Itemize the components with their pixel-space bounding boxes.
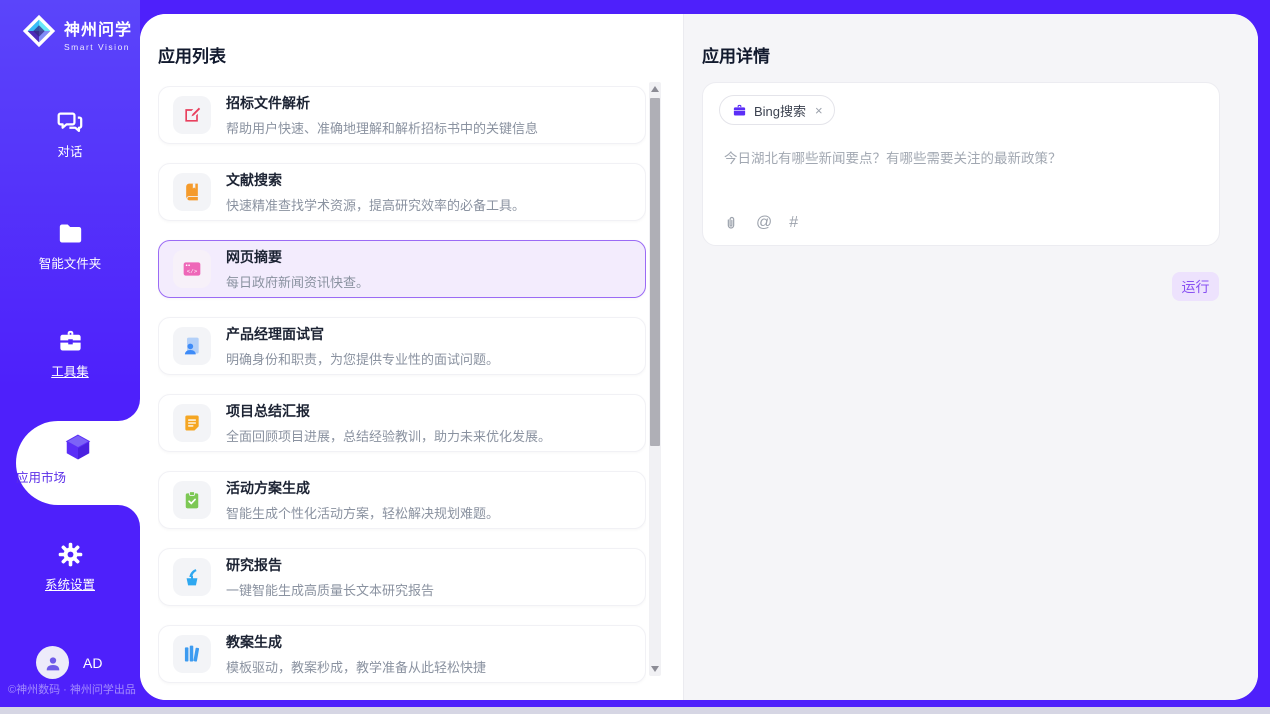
app-icon-tile	[173, 96, 211, 134]
interviewer-icon	[182, 336, 202, 356]
chip-close-icon[interactable]: ×	[815, 103, 823, 118]
bid-document-icon	[182, 105, 202, 125]
app-card-desc: 明确身份和职责，为您提供专业性的面试问题。	[226, 349, 499, 368]
scroll-thumb[interactable]	[650, 98, 660, 446]
sidebar-item-label: 应用市场	[16, 471, 66, 485]
app-icon-tile	[173, 481, 211, 519]
list-scrollbar[interactable]	[649, 82, 661, 676]
brand-subtitle: Smart Vision	[64, 42, 132, 52]
sidebar-item-chat[interactable]: 对话	[0, 108, 140, 161]
brand-name: 神州问学	[64, 16, 132, 40]
sidebar-item-settings[interactable]: 系统设置	[0, 541, 140, 594]
sidebar-item-smart-folders[interactable]: 智能文件夹	[0, 220, 140, 273]
app-card-desc: 模板驱动，教案秒成，教学准备从此轻松快捷	[226, 657, 486, 676]
app-card-title: 项目总结汇报	[226, 401, 551, 421]
web-code-icon: </>	[182, 259, 202, 279]
bubble-notch-bottom	[118, 505, 140, 527]
app-card-web-summary[interactable]: </> 网页摘要 每日政府新闻资讯快查。	[158, 240, 646, 298]
copyright: ©神州数码 · 神州问学出品	[8, 681, 136, 697]
avatar	[36, 646, 69, 679]
cube-icon	[63, 432, 93, 462]
app-card-bid-document[interactable]: 招标文件解析 帮助用户快速、准确地理解和解析招标书中的关键信息	[158, 86, 646, 144]
bubble-notch-top	[118, 399, 140, 421]
app-card-desc: 全面回顾项目进展，总结经验教训，助力未来优化发展。	[226, 426, 551, 445]
user-profile[interactable]: AD	[36, 646, 102, 679]
ink-quill-icon	[182, 567, 202, 587]
app-card-list: 招标文件解析 帮助用户快速、准确地理解和解析招标书中的关键信息 文献搜索	[158, 86, 646, 700]
tool-chip-label: Bing搜索	[754, 101, 806, 120]
sidebar-item-label: 系统设置	[45, 578, 95, 592]
clipboard-check-icon	[182, 490, 202, 510]
app-card-title: 招标文件解析	[226, 93, 538, 113]
chat-icon	[57, 108, 84, 135]
query-text-input[interactable]: 今日湖北有哪些新闻要点？有哪些需要关注的最新政策？	[724, 149, 1199, 169]
app-icon-tile	[173, 327, 211, 365]
app-card-title: 教案生成	[226, 632, 486, 652]
scroll-down-arrow[interactable]	[651, 666, 659, 672]
scroll-up-arrow[interactable]	[651, 86, 659, 92]
diamond-icon	[20, 12, 58, 55]
app-icon-tile	[173, 173, 211, 211]
sidebar: 神州问学 Smart Vision 对话 智能文件夹 工具集	[0, 0, 140, 707]
app-card-desc: 智能生成个性化活动方案，轻松解决规划难题。	[226, 503, 499, 522]
app-card-pm-interviewer[interactable]: 产品经理面试官 明确身份和职责，为您提供专业性的面试问题。	[158, 317, 646, 375]
compose-toolbar: @ #	[723, 215, 798, 231]
app-card-desc: 快速精准查找学术资源，提高研究效率的必备工具。	[226, 195, 525, 214]
app-icon-tile: </>	[173, 250, 211, 288]
app-card-desc: 每日政府新闻资讯快查。	[226, 272, 369, 291]
app-card-title: 研究报告	[226, 555, 434, 575]
attachment-icon[interactable]	[723, 215, 739, 231]
user-label: AD	[83, 655, 102, 671]
mention-icon[interactable]: @	[756, 215, 772, 231]
app-list-title: 应用列表	[158, 42, 226, 67]
run-button[interactable]: 运行	[1172, 272, 1219, 301]
sidebar-item-label: 对话	[57, 145, 82, 159]
gear-icon	[57, 541, 84, 568]
tool-chip[interactable]: Bing搜索 ×	[719, 95, 835, 125]
svg-text:</>: </>	[187, 268, 198, 275]
app-icon-tile	[173, 404, 211, 442]
compose-card: Bing搜索 × 今日湖北有哪些新闻要点？有哪些需要关注的最新政策？ @ #	[702, 82, 1220, 246]
sidebar-item-app-market[interactable]: 应用市场	[16, 421, 140, 505]
app-frame: 应用列表 招标文件解析 帮助用户快速、准确地理解和解析招标书中的关键信息	[140, 14, 1258, 700]
note-icon	[182, 413, 202, 433]
hash-icon[interactable]: #	[789, 215, 798, 231]
app-detail-title: 应用详情	[702, 42, 770, 67]
app-card-title: 网页摘要	[226, 247, 369, 267]
literature-book-icon	[182, 182, 202, 202]
app-icon-tile	[173, 635, 211, 673]
sidebar-item-label: 智能文件夹	[39, 257, 102, 271]
sidebar-item-toolset[interactable]: 工具集	[0, 328, 140, 381]
app-card-title: 活动方案生成	[226, 478, 499, 498]
app-icon-tile	[173, 558, 211, 596]
app-card-title: 产品经理面试官	[226, 324, 499, 344]
app-card-project-summary[interactable]: 项目总结汇报 全面回顾项目进展，总结经验教训，助力未来优化发展。	[158, 394, 646, 452]
sidebar-item-label: 工具集	[51, 365, 89, 379]
books-icon	[182, 644, 202, 664]
app-detail-panel: 应用详情 Bing搜索 × 今日湖北有哪些新闻要点？有哪些需要关注的最新政策？	[683, 14, 1258, 700]
app-card-lesson-plan[interactable]: 教案生成 模板驱动，教案秒成，教学准备从此轻松快捷	[158, 625, 646, 683]
briefcase-icon	[732, 103, 747, 118]
app-list-panel: 应用列表 招标文件解析 帮助用户快速、准确地理解和解析招标书中的关键信息	[140, 14, 683, 700]
app-card-event-plan[interactable]: 活动方案生成 智能生成个性化活动方案，轻松解决规划难题。	[158, 471, 646, 529]
toolbox-icon	[57, 328, 84, 355]
brand-logo: 神州问学 Smart Vision	[20, 12, 132, 55]
app-card-title: 文献搜索	[226, 170, 525, 190]
app-card-desc: 帮助用户快速、准确地理解和解析招标书中的关键信息	[226, 118, 538, 137]
app-card-research-report[interactable]: 研究报告 一键智能生成高质量长文本研究报告	[158, 548, 646, 606]
app-card-literature-search[interactable]: 文献搜索 快速精准查找学术资源，提高研究效率的必备工具。	[158, 163, 646, 221]
app-card-desc: 一键智能生成高质量长文本研究报告	[226, 580, 434, 599]
folder-icon	[57, 220, 84, 247]
bottom-strip	[0, 707, 1270, 714]
